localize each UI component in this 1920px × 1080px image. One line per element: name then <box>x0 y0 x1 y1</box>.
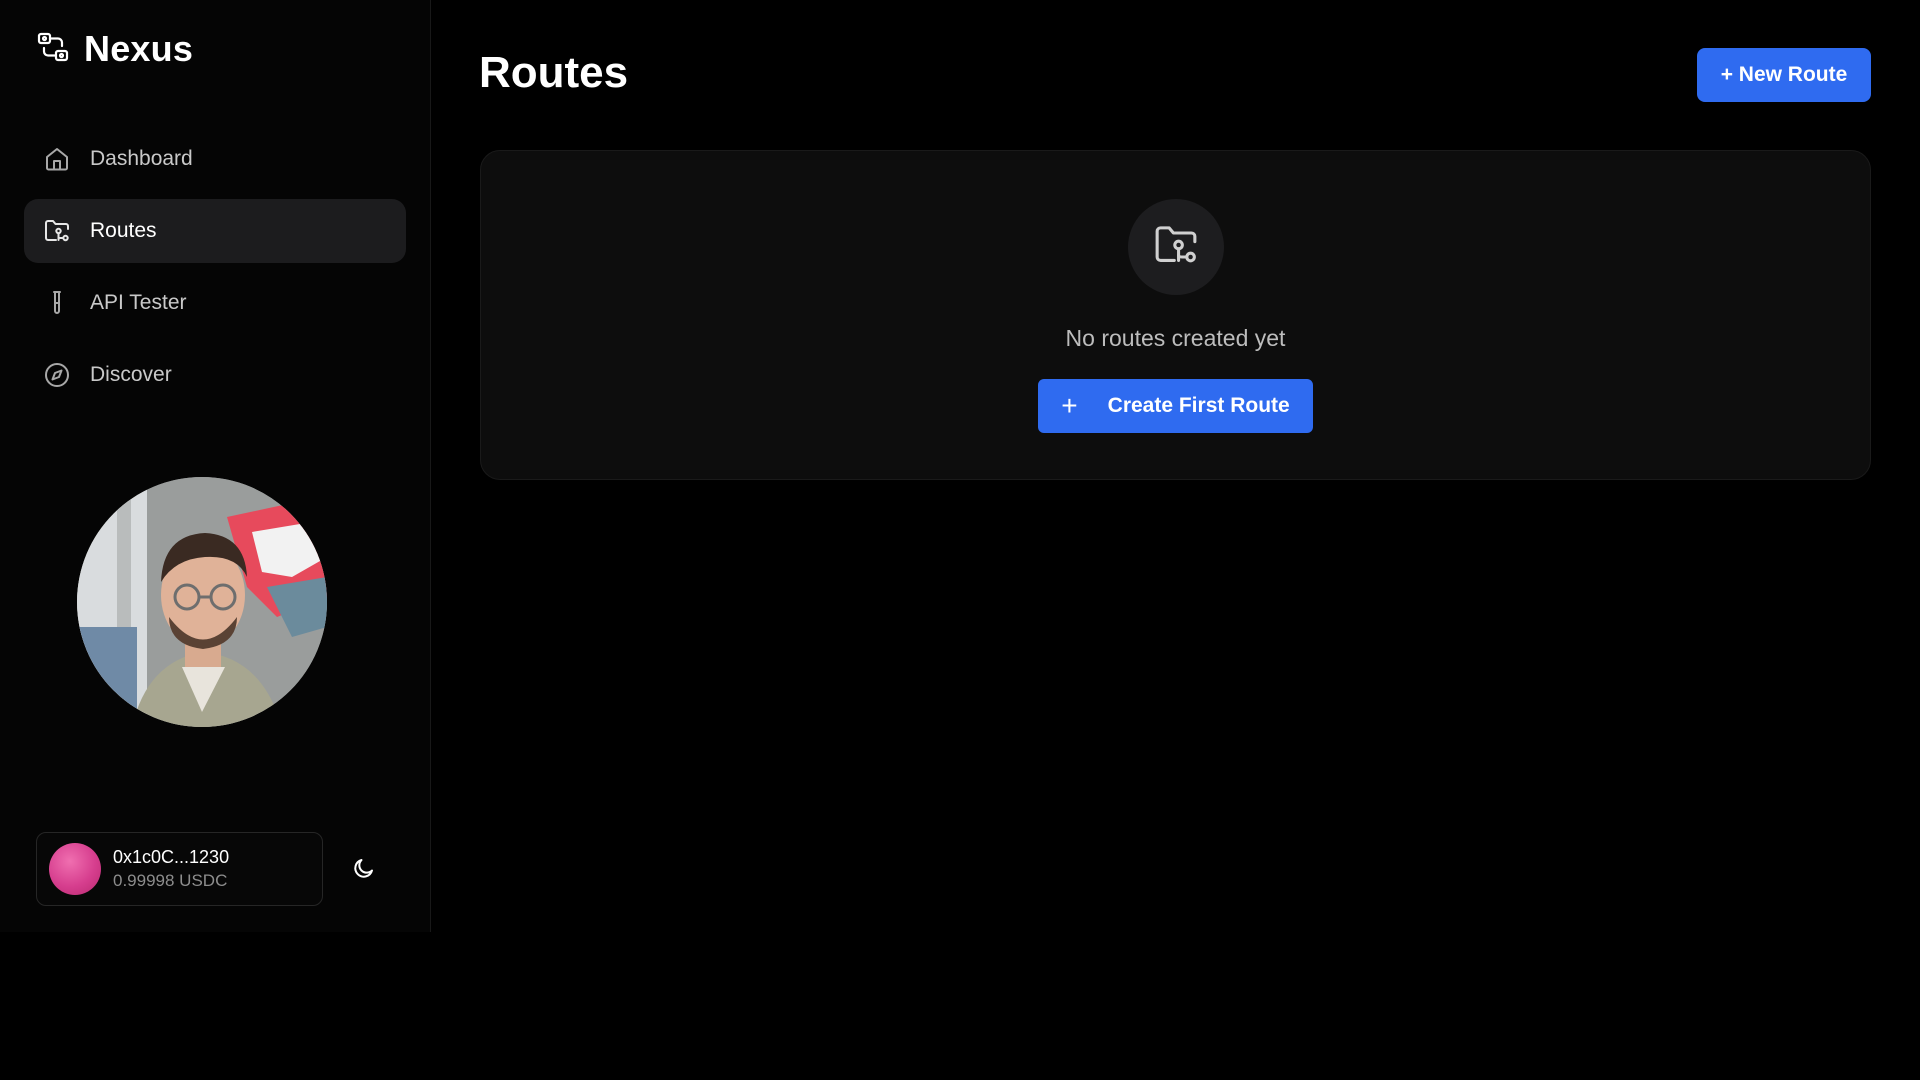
plus-icon: + <box>1061 390 1078 421</box>
empty-state-message: No routes created yet <box>1065 325 1286 351</box>
wallet-avatar <box>49 843 101 895</box>
folder-route-icon <box>1152 221 1200 274</box>
wallet-button[interactable]: 0x1c0C...1230 0.99998 USDC <box>36 832 323 906</box>
webcam-overlay <box>77 477 327 727</box>
sidebar-item-label: Routes <box>90 219 157 242</box>
empty-state-card: No routes created yet + Create First Rou… <box>480 150 1871 480</box>
sidebar-item-routes[interactable]: Routes <box>24 199 406 263</box>
brand[interactable]: Nexus <box>36 28 193 70</box>
empty-state-icon-wrapper <box>1128 199 1224 295</box>
sidebar-item-api-tester[interactable]: API Tester <box>24 271 406 335</box>
folder-route-icon <box>42 216 72 246</box>
sidebar-item-dashboard[interactable]: Dashboard <box>24 127 406 191</box>
sidebar-nav: Dashboard Routes API Tester Discover <box>24 127 406 415</box>
create-first-route-button[interactable]: + Create First Route <box>1038 379 1313 433</box>
sidebar: Nexus Dashboard Routes API Tester Discov… <box>0 0 431 932</box>
app-window: Nexus Dashboard Routes API Tester Discov… <box>0 0 1920 932</box>
brand-name: Nexus <box>84 28 194 69</box>
create-first-route-label: Create First Route <box>1107 394 1290 417</box>
sidebar-item-label: Dashboard <box>90 147 193 170</box>
home-icon <box>42 144 72 174</box>
sidebar-item-label: API Tester <box>90 291 187 314</box>
sidebar-item-discover[interactable]: Discover <box>24 343 406 407</box>
wallet-info: 0x1c0C...1230 0.99998 USDC <box>113 847 229 891</box>
page-title: Routes <box>479 48 629 97</box>
test-tube-icon <box>42 288 72 318</box>
wallet-balance: 0.99998 USDC <box>113 871 228 890</box>
sidebar-item-label: Discover <box>90 363 172 386</box>
route-logo-icon <box>36 30 70 69</box>
compass-icon <box>42 360 72 390</box>
wallet-address: 0x1c0C...1230 <box>113 847 230 867</box>
moon-icon <box>352 856 376 885</box>
theme-toggle-button[interactable] <box>350 856 378 884</box>
new-route-button[interactable]: + New Route <box>1697 48 1871 102</box>
